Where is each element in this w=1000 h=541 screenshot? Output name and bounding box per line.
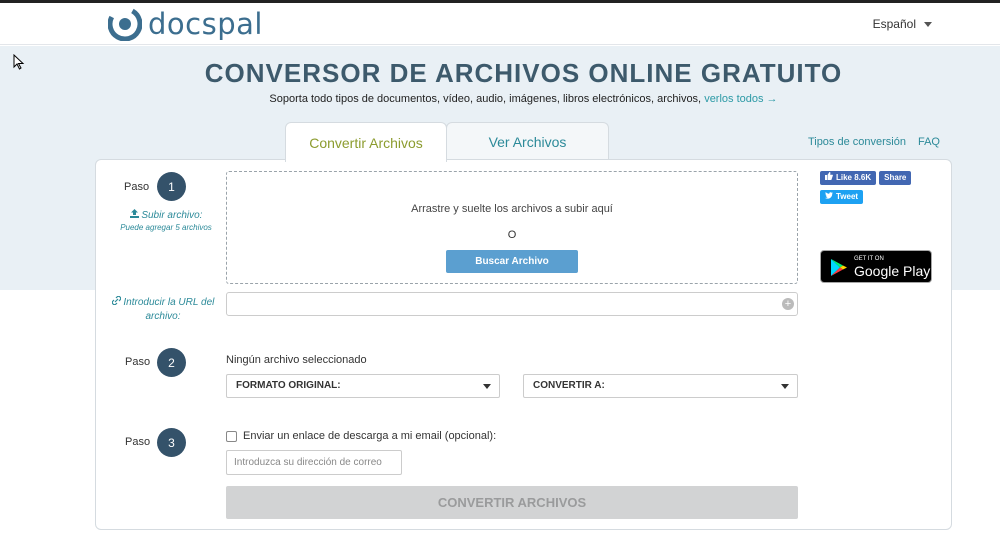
google-play-small-text: GET IT ON [854, 256, 884, 262]
dropzone-or: O [507, 229, 517, 241]
chevron-down-icon [781, 384, 789, 389]
google-play-badge[interactable]: GET IT ON Google Play [820, 250, 932, 283]
thumbs-up-icon [825, 171, 833, 185]
like-count: Like 8.6K [836, 173, 872, 182]
step3-label: Paso [125, 436, 151, 448]
facebook-like-button[interactable]: Like 8.6K [820, 171, 877, 185]
step3-number: 3 [157, 428, 186, 457]
upload-icon [129, 209, 142, 221]
language-selector[interactable]: Español [873, 17, 932, 31]
see-all-formats-link[interactable]: verlos todos → [704, 93, 777, 105]
tab-convert-files[interactable]: Convertir Archivos [285, 122, 447, 162]
upload-limit-note: Puede agregar 5 archivos [120, 223, 212, 232]
facebook-share-button[interactable]: Share [879, 171, 912, 185]
source-format-select[interactable]: FORMATO ORIGINAL: [226, 374, 500, 398]
upload-link-label: Subir archivo: [141, 210, 203, 221]
chevron-down-icon [483, 384, 491, 389]
site-header: docspal Español [0, 3, 1000, 45]
enter-url-link[interactable]: Introducir la URL del archivo: [108, 295, 218, 324]
converter-card: Paso 1 Subir archivo: Puede agregar 5 ar… [95, 159, 952, 530]
upload-file-link[interactable]: Subir archivo: Puede agregar 5 archivos [116, 209, 216, 233]
source-format-label: FORMATO ORIGINAL: [236, 380, 341, 391]
faq-link[interactable]: FAQ [918, 136, 940, 148]
tweet-label: Tweet [836, 192, 859, 201]
convert-files-button[interactable]: CONVERTIR ARCHIVOS [226, 486, 798, 519]
facebook-buttons: Like 8.6K Share [820, 171, 912, 185]
conversion-types-link[interactable]: Tipos de conversión [808, 136, 906, 148]
step1-label: Paso [124, 181, 150, 193]
docspal-logo-icon [107, 6, 143, 42]
subtitle-text: Soporta todo tipos de documentos, vídeo,… [269, 93, 702, 105]
url-link-label: Introducir la URL del archivo: [123, 297, 215, 322]
email-checkbox[interactable] [226, 430, 237, 442]
email-input[interactable]: Introduzca su dirección de correo [226, 450, 402, 475]
target-format-select[interactable]: CONVERTIR A: [523, 374, 798, 398]
email-option-row: Enviar un enlace de descarga a mi email … [226, 430, 496, 442]
language-label: Español [872, 17, 916, 31]
email-checkbox-label: Enviar un enlace de descarga a mi email … [243, 430, 497, 442]
chevron-down-icon [924, 21, 932, 27]
page-title: CONVERSOR DE ARCHIVOS ONLINE GRATUITO [204, 58, 843, 88]
google-play-big-text: Google Play [854, 263, 931, 279]
no-file-selected-text: Ningún archivo seleccionado [226, 354, 367, 366]
twitter-bird-icon [825, 190, 833, 204]
docspal-logo[interactable]: docspal [107, 6, 263, 42]
step2-label: Paso [125, 356, 151, 368]
top-links: Tipos de conversión FAQ [808, 136, 940, 148]
target-format-label: CONVERTIR A: [533, 380, 605, 391]
link-icon [111, 295, 124, 308]
add-url-icon[interactable]: + [782, 298, 794, 310]
file-dropzone[interactable]: Arrastre y suelte los archivos a subir a… [226, 171, 798, 284]
logo-text: docspal [148, 7, 263, 41]
browse-file-button[interactable]: Buscar Archivo [446, 250, 578, 273]
tab-view-files[interactable]: Ver Archivos [446, 122, 609, 160]
google-play-icon [830, 258, 848, 282]
step1-number: 1 [157, 172, 186, 201]
dropzone-text: Arrastre y suelte los archivos a subir a… [411, 203, 613, 215]
url-input[interactable]: + [226, 292, 798, 316]
step2-number: 2 [157, 348, 186, 377]
page-subtitle: Soporta todo tipos de documentos, vídeo,… [0, 93, 1000, 105]
tweet-button[interactable]: Tweet [820, 190, 864, 204]
